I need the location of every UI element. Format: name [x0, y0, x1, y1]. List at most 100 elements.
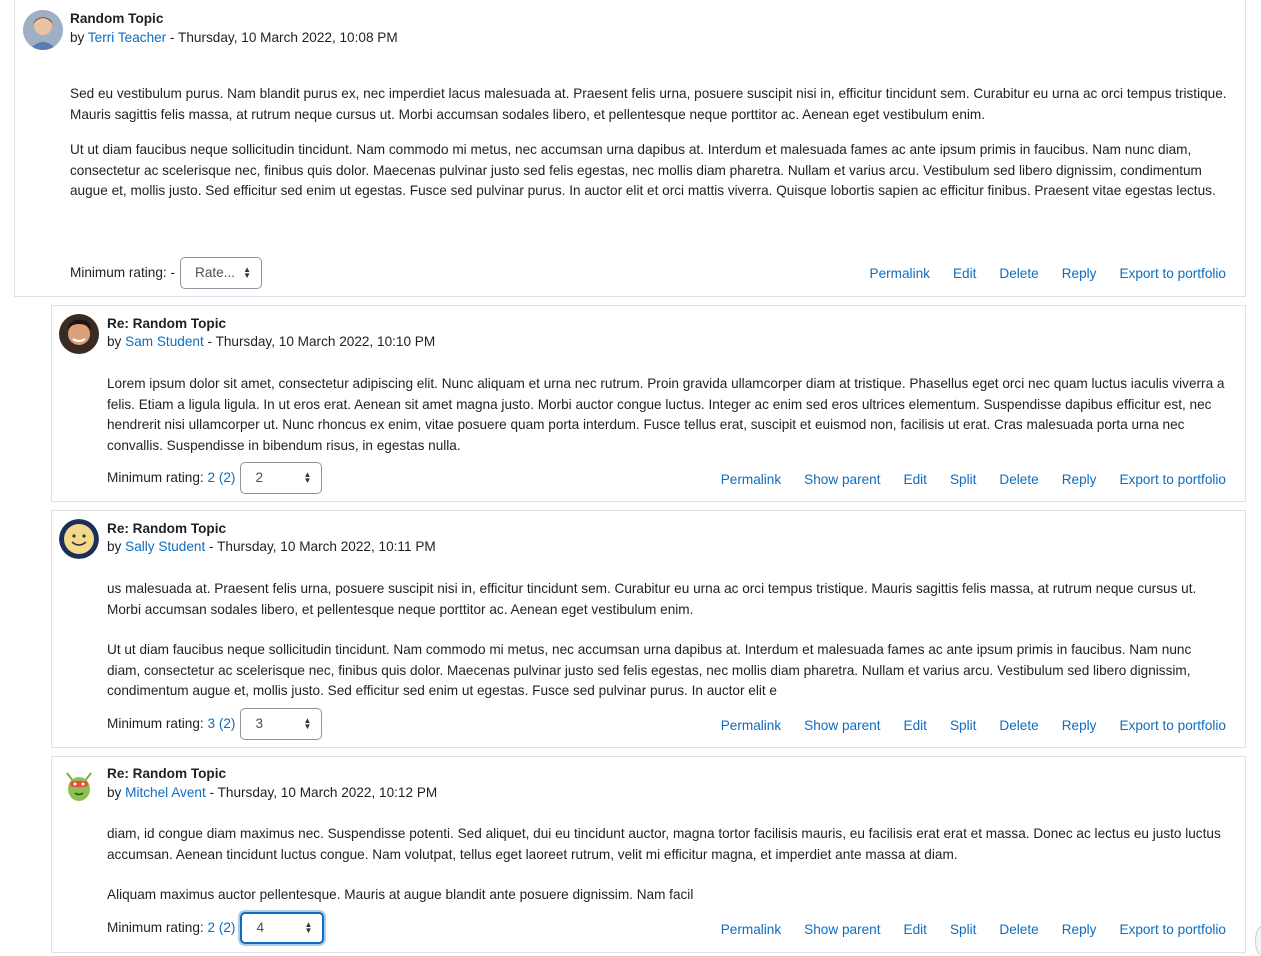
post-actions: Permalink Edit Delete Reply Export to po…	[847, 265, 1226, 283]
delete-link[interactable]: Delete	[999, 717, 1038, 735]
rating-area: Minimum rating: 2 (2) 2 ▲ ▼	[107, 462, 323, 494]
rating-label: Minimum rating:	[70, 265, 167, 280]
show-parent-link[interactable]: Show parent	[804, 921, 880, 939]
rating-select-value: 2	[255, 470, 264, 485]
permalink-link[interactable]: Permalink	[721, 717, 781, 735]
post-content: us malesuada at. Praesent felis urna, po…	[107, 579, 1217, 702]
rating-select[interactable]: 4 ▲ ▼	[240, 912, 325, 944]
author-link[interactable]: Mitchel Avent	[125, 785, 206, 800]
post-subject: Re: Random Topic	[107, 316, 227, 331]
by-label: by	[107, 539, 122, 554]
reply-link[interactable]: Reply	[1062, 717, 1097, 735]
edit-link[interactable]: Edit	[904, 717, 927, 735]
post-actions: Permalink Show parent Edit Split Delete …	[698, 717, 1226, 735]
export-to-portfolio-link[interactable]: Export to portfolio	[1119, 921, 1226, 939]
avatar[interactable]	[59, 519, 99, 559]
rating-count-link[interactable]: (2)	[219, 919, 236, 937]
delete-link[interactable]: Delete	[999, 265, 1038, 283]
show-parent-link[interactable]: Show parent	[804, 717, 880, 735]
split-link[interactable]: Split	[950, 471, 976, 489]
export-to-portfolio-link[interactable]: Export to portfolio	[1119, 471, 1226, 489]
select-arrows-icon: ▲ ▼	[243, 265, 252, 280]
select-arrows-icon: ▲ ▼	[303, 716, 312, 731]
post-subject: Re: Random Topic	[107, 766, 227, 781]
post-paragraph: us malesuada at. Praesent felis urna, po…	[107, 581, 1197, 617]
post-byline: by Mitchel Avent - Thursday, 10 March 20…	[107, 784, 437, 802]
post-paragraph: Lorem ipsum dolor sit amet, consectetur …	[107, 376, 1225, 453]
post-paragraph: Ut ut diam faucibus neque sollicitudin t…	[70, 142, 1216, 198]
post-paragraph: Aliquam maximus auctor pellentesque. Mau…	[107, 887, 694, 902]
rating-area: Minimum rating: - Rate... ▲ ▼	[70, 257, 263, 289]
post-paragraph: Sed eu vestibulum purus. Nam blandit pur…	[70, 86, 1227, 122]
permalink-link[interactable]: Permalink	[721, 471, 781, 489]
delete-link[interactable]: Delete	[999, 921, 1038, 939]
author-link[interactable]: Sam Student	[125, 334, 204, 349]
forum-post: Random Topic by Terri Teacher - Thursday…	[14, 0, 1246, 297]
show-parent-link[interactable]: Show parent	[804, 471, 880, 489]
avatar[interactable]	[23, 10, 63, 50]
monster-avatar-icon	[59, 765, 99, 805]
rating-value: -	[170, 265, 176, 280]
edit-link[interactable]: Edit	[953, 265, 976, 283]
rating-value-link[interactable]: 2	[207, 469, 215, 487]
post-date: - Thursday, 10 March 2022, 10:08 PM	[166, 30, 398, 45]
teacher-avatar-icon	[23, 10, 63, 50]
rating-label: Minimum rating:	[107, 716, 204, 731]
avatar[interactable]	[59, 314, 99, 354]
rating-select-value: 3	[255, 716, 264, 731]
reply-link[interactable]: Reply	[1062, 921, 1097, 939]
author-link[interactable]: Terri Teacher	[88, 30, 166, 45]
select-arrows-icon: ▲ ▼	[303, 470, 312, 485]
by-label: by	[70, 30, 85, 45]
author-link[interactable]: Sally Student	[125, 539, 205, 554]
delete-link[interactable]: Delete	[999, 471, 1038, 489]
rating-value-link[interactable]: 2	[207, 919, 215, 937]
export-to-portfolio-link[interactable]: Export to portfolio	[1119, 265, 1226, 283]
export-to-portfolio-link[interactable]: Export to portfolio	[1119, 717, 1226, 735]
forum-post-reply: Re: Random Topic by Sally Student - Thur…	[51, 510, 1246, 748]
student-avatar-icon	[59, 314, 99, 354]
post-content: Sed eu vestibulum purus. Nam blandit pur…	[70, 84, 1240, 202]
scroll-to-top-button[interactable]	[1255, 926, 1261, 956]
post-actions: Permalink Show parent Edit Split Delete …	[698, 921, 1226, 939]
select-arrows-icon: ▲ ▼	[304, 920, 313, 935]
permalink-link[interactable]: Permalink	[870, 265, 930, 283]
post-actions: Permalink Show parent Edit Split Delete …	[698, 471, 1226, 489]
rating-select[interactable]: 2 ▲ ▼	[240, 462, 323, 494]
forum-post-reply: Re: Random Topic by Sam Student - Thursd…	[51, 305, 1246, 502]
rating-label: Minimum rating:	[107, 920, 204, 935]
rating-count-link[interactable]: (2)	[219, 469, 236, 487]
rating-select-value: 4	[256, 920, 265, 935]
by-label: by	[107, 785, 122, 800]
by-label: by	[107, 334, 122, 349]
edit-link[interactable]: Edit	[904, 471, 927, 489]
permalink-link[interactable]: Permalink	[721, 921, 781, 939]
post-byline: by Sally Student - Thursday, 10 March 20…	[107, 538, 436, 556]
post-subject: Re: Random Topic	[107, 521, 227, 536]
rating-value-link[interactable]: 3	[207, 715, 215, 733]
post-date: - Thursday, 10 March 2022, 10:12 PM	[205, 785, 438, 800]
post-byline: by Sam Student - Thursday, 10 March 2022…	[107, 333, 435, 351]
forum-post-reply: Re: Random Topic by Mitchel Avent - Thur…	[51, 756, 1246, 953]
reply-link[interactable]: Reply	[1062, 471, 1097, 489]
reply-link[interactable]: Reply	[1062, 265, 1097, 283]
post-date: - Thursday, 10 March 2022, 10:11 PM	[205, 539, 436, 554]
post-subject: Random Topic	[70, 11, 164, 26]
rating-select[interactable]: Rate... ▲ ▼	[180, 257, 263, 289]
rating-count-link[interactable]: (2)	[219, 715, 236, 733]
rating-area: Minimum rating: 3 (2) 3 ▲ ▼	[107, 708, 323, 740]
edit-link[interactable]: Edit	[904, 921, 927, 939]
rating-select-value: Rate...	[195, 265, 236, 280]
post-byline: by Terri Teacher - Thursday, 10 March 20…	[70, 29, 398, 47]
post-paragraph: Ut ut diam faucibus neque sollicitudin t…	[107, 642, 1192, 698]
smiley-avatar-icon	[59, 519, 99, 559]
rating-area: Minimum rating: 2 (2) 4 ▲ ▼	[107, 912, 325, 944]
post-content: diam, id congue diam maximus nec. Suspen…	[107, 824, 1235, 906]
split-link[interactable]: Split	[950, 717, 976, 735]
rating-select[interactable]: 3 ▲ ▼	[240, 708, 323, 740]
rating-label: Minimum rating:	[107, 470, 204, 485]
avatar[interactable]	[59, 765, 99, 805]
split-link[interactable]: Split	[950, 921, 976, 939]
post-content: Lorem ipsum dolor sit amet, consectetur …	[107, 374, 1235, 456]
post-paragraph: diam, id congue diam maximus nec. Suspen…	[107, 826, 1221, 862]
